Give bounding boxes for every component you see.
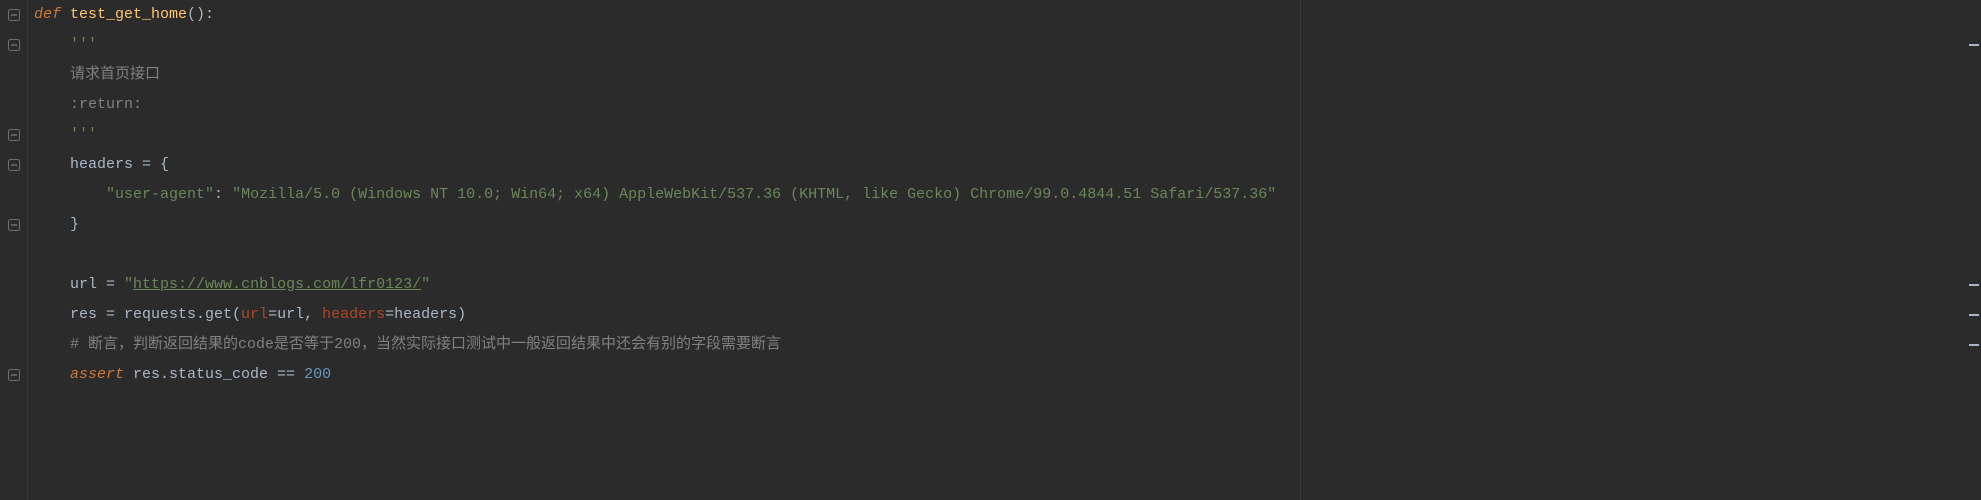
right-margin-line [1300, 0, 1301, 500]
code-token: " [124, 276, 133, 293]
code-token: } [70, 216, 79, 233]
gutter [0, 0, 28, 500]
code-token: url [241, 306, 268, 323]
code-line[interactable]: "user-agent": "Mozilla/5.0 (Windows NT 1… [34, 180, 1981, 210]
code-line[interactable]: # 断言，判断返回结果的code是否等于200，当然实际接口测试中一般返回结果中… [34, 330, 1981, 360]
code-token: =url [268, 306, 304, 323]
code-area[interactable]: def test_get_home(): ''' 请求首页接口 :return:… [28, 0, 1981, 500]
code-token: (): [187, 6, 214, 23]
fold-toggle-icon[interactable] [8, 159, 20, 171]
code-token: ''' [70, 126, 97, 143]
code-line[interactable]: headers = { [34, 150, 1981, 180]
fold-toggle-icon[interactable] [8, 219, 20, 231]
fold-toggle-icon[interactable] [8, 129, 20, 141]
code-line[interactable]: ''' [34, 120, 1981, 150]
code-token: https://www.cnblogs.com/lfr0123/ [133, 276, 421, 293]
code-line[interactable]: } [34, 210, 1981, 240]
code-token: assert [70, 366, 133, 383]
marker-tick[interactable] [1969, 314, 1979, 316]
code-token: headers = { [70, 156, 169, 173]
code-token: # 断言，判断返回结果的code是否等于200，当然实际接口测试中一般返回结果中… [70, 336, 781, 353]
code-token: : [214, 186, 232, 203]
code-token: "Mozilla/5.0 (Windows NT 10.0; Win64; x6… [232, 186, 1276, 203]
marker-bar [1967, 0, 1981, 500]
marker-tick[interactable] [1969, 44, 1979, 46]
code-line[interactable]: res = requests.get(url=url, headers=head… [34, 300, 1981, 330]
code-token: "user-agent" [106, 186, 214, 203]
fold-toggle-icon[interactable] [8, 9, 20, 21]
code-line[interactable]: 请求首页接口 [34, 60, 1981, 90]
code-editor[interactable]: def test_get_home(): ''' 请求首页接口 :return:… [0, 0, 1981, 500]
fold-toggle-icon[interactable] [8, 369, 20, 381]
code-token: =headers) [385, 306, 466, 323]
code-line[interactable] [34, 240, 1981, 270]
code-token: headers [322, 306, 385, 323]
code-token: , [304, 306, 322, 323]
code-token: 请求首页接口 [70, 66, 160, 83]
code-token: res.status_code == [133, 366, 304, 383]
code-token: 200 [304, 366, 331, 383]
marker-tick[interactable] [1969, 344, 1979, 346]
code-token: res = requests.get( [70, 306, 241, 323]
code-line[interactable]: assert res.status_code == 200 [34, 360, 1981, 390]
code-token: def [34, 6, 70, 23]
code-line[interactable]: def test_get_home(): [34, 0, 1981, 30]
code-token: url = [70, 276, 124, 293]
code-line[interactable]: url = "https://www.cnblogs.com/lfr0123/" [34, 270, 1981, 300]
fold-toggle-icon[interactable] [8, 39, 20, 51]
code-token: test_get_home [70, 6, 187, 23]
code-token: " [421, 276, 430, 293]
marker-tick[interactable] [1969, 284, 1979, 286]
code-line[interactable]: ''' [34, 30, 1981, 60]
code-token: :return: [70, 96, 142, 113]
code-line[interactable]: :return: [34, 90, 1981, 120]
code-token: ''' [70, 36, 97, 53]
